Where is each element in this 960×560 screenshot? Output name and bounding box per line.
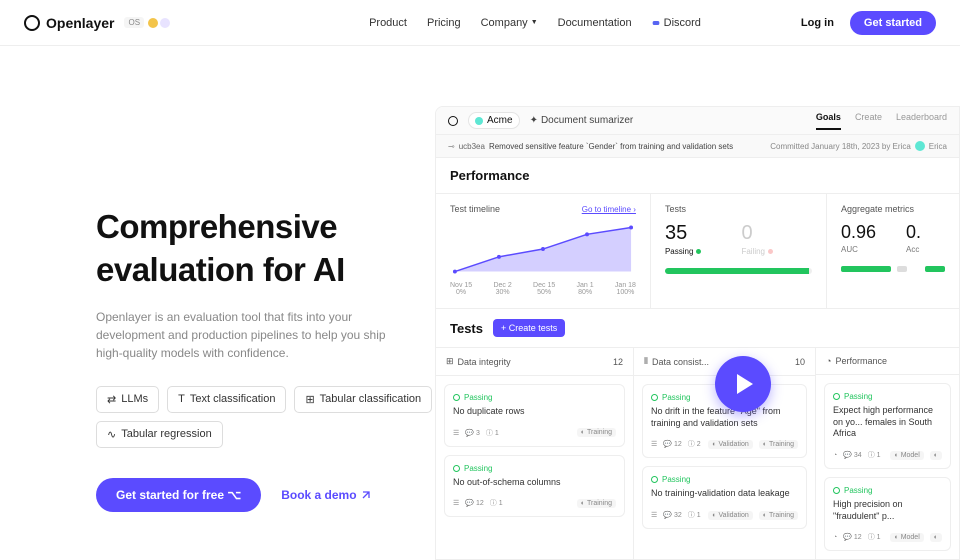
avatar — [915, 141, 925, 151]
nav-docs[interactable]: Documentation — [558, 17, 632, 29]
test-card[interactable]: Passing No out-of-schema columns ☰💬 12ⓘ … — [444, 455, 625, 518]
product-logo-icon — [448, 116, 458, 126]
test-card[interactable]: Passing No duplicate rows ☰💬 3ⓘ 1◐ Train… — [444, 384, 625, 447]
chip-llms: ⇄LLMs — [96, 386, 159, 413]
login-link[interactable]: Log in — [801, 17, 834, 29]
nav-pricing[interactable]: Pricing — [427, 17, 461, 29]
test-card[interactable]: Passing Expect high performance on yo...… — [824, 383, 951, 469]
cta-get-started-button[interactable]: Get started for free ⌥ — [96, 478, 261, 512]
test-card[interactable]: Passing High precision on "fraudulent" p… — [824, 477, 951, 551]
chevron-down-icon: ▼ — [531, 19, 538, 26]
tab-leaderboard[interactable]: Leaderboard — [896, 112, 947, 130]
play-icon — [737, 374, 753, 394]
discord-icon — [652, 19, 660, 27]
hero-subtitle: Openlayer is an evaluation tool that fit… — [96, 308, 396, 362]
getstarted-button[interactable]: Get started — [850, 11, 936, 35]
product-screenshot: Acme ✦Document sumarizer Goals Create Le… — [435, 106, 960, 560]
gauge-icon: ◔ — [826, 356, 831, 366]
tests-panel: Tests 35Passing 0Failing — [651, 194, 827, 308]
hero-title: Comprehensiveevaluation for AI — [96, 206, 435, 292]
chip-tabular-regression: ∿Tabular regression — [96, 421, 223, 448]
test-card[interactable]: Passing No training-validation data leak… — [642, 466, 807, 529]
nav-product[interactable]: Product — [369, 17, 407, 29]
aggregate-panel: Aggregate metrics 0.96AUC 0.Acc — [827, 194, 959, 308]
performance-title: Performance — [436, 158, 959, 193]
project-name[interactable]: ✦Document sumarizer — [530, 115, 634, 126]
os-badge: OS — [124, 17, 170, 28]
commit-bar: ⊸ ucb3ea Removed sensitive feature `Gend… — [436, 135, 959, 158]
goto-timeline-link[interactable]: Go to timeline › — [582, 205, 636, 214]
tab-create[interactable]: Create — [855, 112, 882, 130]
cta-book-demo-link[interactable]: Book a demo — [281, 488, 370, 502]
external-link-icon — [361, 490, 371, 500]
create-tests-button[interactable]: + Create tests — [493, 319, 565, 337]
play-video-button[interactable] — [715, 356, 771, 412]
logo-icon — [24, 15, 40, 31]
tab-goals[interactable]: Goals — [816, 112, 841, 130]
nav-discord[interactable]: Discord — [652, 17, 701, 29]
chip-text-classification: TText classification — [167, 386, 286, 413]
tests-section-title: Tests — [450, 321, 483, 336]
nav-company[interactable]: Company ▼ — [481, 17, 538, 29]
grid-icon: ⊞ — [446, 356, 454, 367]
timeline-panel: Test timeline Go to timeline › Nov 150% … — [436, 194, 651, 308]
workspace-badge[interactable]: Acme — [468, 112, 520, 129]
brand-name: Openlayer — [46, 15, 114, 31]
chip-tabular-classification: ⊞Tabular classification — [294, 386, 432, 413]
bars-icon: ⦀ — [644, 356, 648, 367]
timeline-chart — [450, 222, 636, 277]
logo[interactable]: Openlayer — [24, 15, 114, 31]
